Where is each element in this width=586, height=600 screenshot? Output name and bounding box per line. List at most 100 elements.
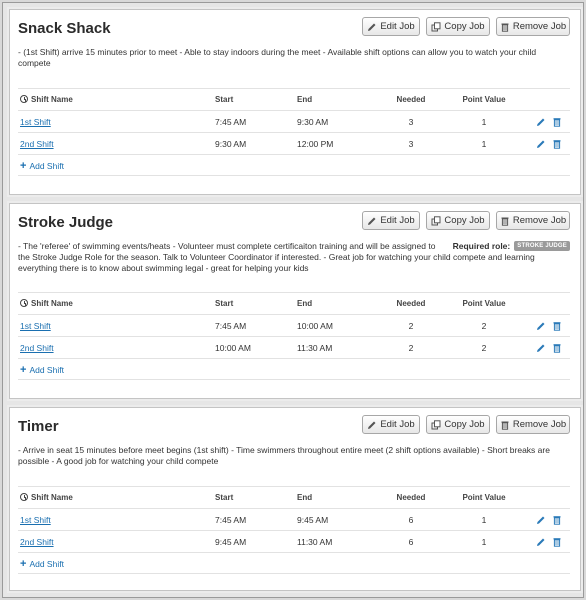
shift-point-value: 2 bbox=[481, 321, 487, 331]
pencil-icon bbox=[368, 23, 376, 31]
edit-job-label: Edit Job bbox=[380, 215, 415, 226]
pencil-icon[interactable] bbox=[536, 515, 546, 525]
header-shift-name: Shift Name bbox=[31, 493, 73, 502]
add-shift-label: Add Shift bbox=[29, 161, 64, 171]
shift-table: Shift Name Start End Needed Point Value … bbox=[18, 486, 570, 574]
shift-name-link[interactable]: 1st Shift bbox=[20, 117, 51, 127]
pencil-icon bbox=[368, 217, 376, 225]
pencil-icon[interactable] bbox=[536, 537, 546, 547]
add-shift-row: + Add Shift bbox=[18, 358, 570, 380]
table-row: 2nd Shift 9:30 AM 12:00 PM 3 1 bbox=[18, 132, 570, 154]
pencil-icon[interactable] bbox=[536, 343, 546, 353]
header-needed: Needed bbox=[396, 95, 426, 104]
add-shift-link[interactable]: + Add Shift bbox=[20, 359, 64, 381]
add-shift-label: Add Shift bbox=[29, 559, 64, 569]
edit-job-label: Edit Job bbox=[380, 21, 415, 32]
table-row: 1st Shift 7:45 AM 10:00 AM 2 2 bbox=[18, 314, 570, 336]
shift-end: 11:30 AM bbox=[297, 537, 333, 547]
shift-name-link[interactable]: 2nd Shift bbox=[20, 139, 54, 149]
shift-needed: 2 bbox=[408, 343, 414, 353]
add-shift-link[interactable]: + Add Shift bbox=[20, 155, 64, 177]
trash-icon bbox=[501, 421, 509, 430]
edit-job-button[interactable]: Edit Job bbox=[362, 415, 420, 434]
shift-table: Shift Name Start End Needed Point Value … bbox=[18, 292, 570, 380]
remove-job-button[interactable]: Remove Job bbox=[496, 415, 570, 434]
shift-name-link[interactable]: 1st Shift bbox=[20, 515, 51, 525]
shift-point-value: 1 bbox=[481, 117, 487, 127]
table-row: 2nd Shift 10:00 AM 11:30 AM 2 2 bbox=[18, 336, 570, 358]
job-card: Timer Edit Job Copy Job Remove Job - Arr… bbox=[9, 407, 581, 591]
remove-job-label: Remove Job bbox=[512, 21, 567, 32]
header-start: Start bbox=[215, 95, 234, 104]
required-role-label: Required role: bbox=[452, 241, 511, 251]
header-end: End bbox=[297, 493, 313, 502]
trash-icon[interactable] bbox=[552, 321, 562, 331]
pencil-icon[interactable] bbox=[536, 139, 546, 149]
clock-icon bbox=[20, 95, 28, 103]
shift-start: 7:45 AM bbox=[215, 117, 247, 127]
pencil-icon[interactable] bbox=[536, 321, 546, 331]
edit-job-label: Edit Job bbox=[380, 419, 415, 430]
remove-job-button[interactable]: Remove Job bbox=[496, 211, 570, 230]
shift-point-value: 1 bbox=[481, 537, 487, 547]
copy-job-label: Copy Job bbox=[444, 215, 485, 226]
shift-start: 9:30 AM bbox=[215, 139, 247, 149]
header-needed: Needed bbox=[396, 493, 426, 502]
edit-job-button[interactable]: Edit Job bbox=[362, 211, 420, 230]
shift-table-header: Shift Name Start End Needed Point Value bbox=[18, 292, 570, 314]
pencil-icon bbox=[368, 421, 376, 429]
job-description: - Arrive in seat 15 minutes before meet … bbox=[18, 445, 550, 466]
header-point-value: Point Value bbox=[462, 493, 506, 502]
table-row: 1st Shift 7:45 AM 9:45 AM 6 1 bbox=[18, 508, 570, 530]
shift-table-header: Shift Name Start End Needed Point Value bbox=[18, 88, 570, 110]
shift-name-link[interactable]: 2nd Shift bbox=[20, 343, 54, 353]
shift-start: 10:00 AM bbox=[215, 343, 251, 353]
shift-end: 9:45 AM bbox=[297, 515, 329, 525]
shift-table: Shift Name Start End Needed Point Value … bbox=[18, 88, 570, 176]
trash-icon[interactable] bbox=[552, 343, 562, 353]
header-start: Start bbox=[215, 493, 234, 502]
copy-job-button[interactable]: Copy Job bbox=[426, 17, 490, 36]
plus-icon: + bbox=[20, 558, 27, 570]
header-needed: Needed bbox=[396, 299, 426, 308]
trash-icon[interactable] bbox=[552, 117, 562, 127]
required-role: Required role: STROKE JUDGE bbox=[452, 241, 570, 251]
shift-point-value: 1 bbox=[481, 139, 487, 149]
copy-job-button[interactable]: Copy Job bbox=[426, 415, 490, 434]
shift-needed: 3 bbox=[408, 117, 414, 127]
header-shift-name: Shift Name bbox=[31, 299, 73, 308]
shift-start: 7:45 AM bbox=[215, 321, 247, 331]
shift-needed: 6 bbox=[408, 537, 414, 547]
plus-icon: + bbox=[20, 364, 27, 376]
pencil-icon[interactable] bbox=[536, 117, 546, 127]
shift-name-link[interactable]: 1st Shift bbox=[20, 321, 51, 331]
job-description: - (1st Shift) arrive 15 minutes prior to… bbox=[18, 47, 537, 68]
trash-icon bbox=[501, 217, 509, 226]
add-shift-link[interactable]: + Add Shift bbox=[20, 553, 64, 575]
copy-job-label: Copy Job bbox=[444, 419, 485, 430]
job-title: Timer bbox=[18, 418, 59, 435]
remove-job-button[interactable]: Remove Job bbox=[496, 17, 570, 36]
add-shift-row: + Add Shift bbox=[18, 154, 570, 176]
trash-icon[interactable] bbox=[552, 537, 562, 547]
shift-end: 10:00 AM bbox=[297, 321, 333, 331]
shift-name-link[interactable]: 2nd Shift bbox=[20, 537, 54, 547]
remove-job-label: Remove Job bbox=[512, 419, 567, 430]
table-row: 1st Shift 7:45 AM 9:30 AM 3 1 bbox=[18, 110, 570, 132]
edit-job-button[interactable]: Edit Job bbox=[362, 17, 420, 36]
shift-end: 11:30 AM bbox=[297, 343, 333, 353]
job-card: Snack Shack Edit Job Copy Job Remove Job… bbox=[9, 9, 581, 195]
shift-table-header: Shift Name Start End Needed Point Value bbox=[18, 486, 570, 508]
trash-icon[interactable] bbox=[552, 139, 562, 149]
copy-job-label: Copy Job bbox=[444, 21, 485, 32]
copy-icon bbox=[431, 419, 441, 429]
header-point-value: Point Value bbox=[462, 299, 506, 308]
plus-icon: + bbox=[20, 160, 27, 172]
trash-icon[interactable] bbox=[552, 515, 562, 525]
shift-start: 9:45 AM bbox=[215, 537, 247, 547]
header-point-value: Point Value bbox=[462, 95, 506, 104]
add-shift-label: Add Shift bbox=[29, 365, 64, 375]
clock-icon bbox=[20, 493, 28, 501]
copy-job-button[interactable]: Copy Job bbox=[426, 211, 490, 230]
shift-end: 9:30 AM bbox=[297, 117, 329, 127]
